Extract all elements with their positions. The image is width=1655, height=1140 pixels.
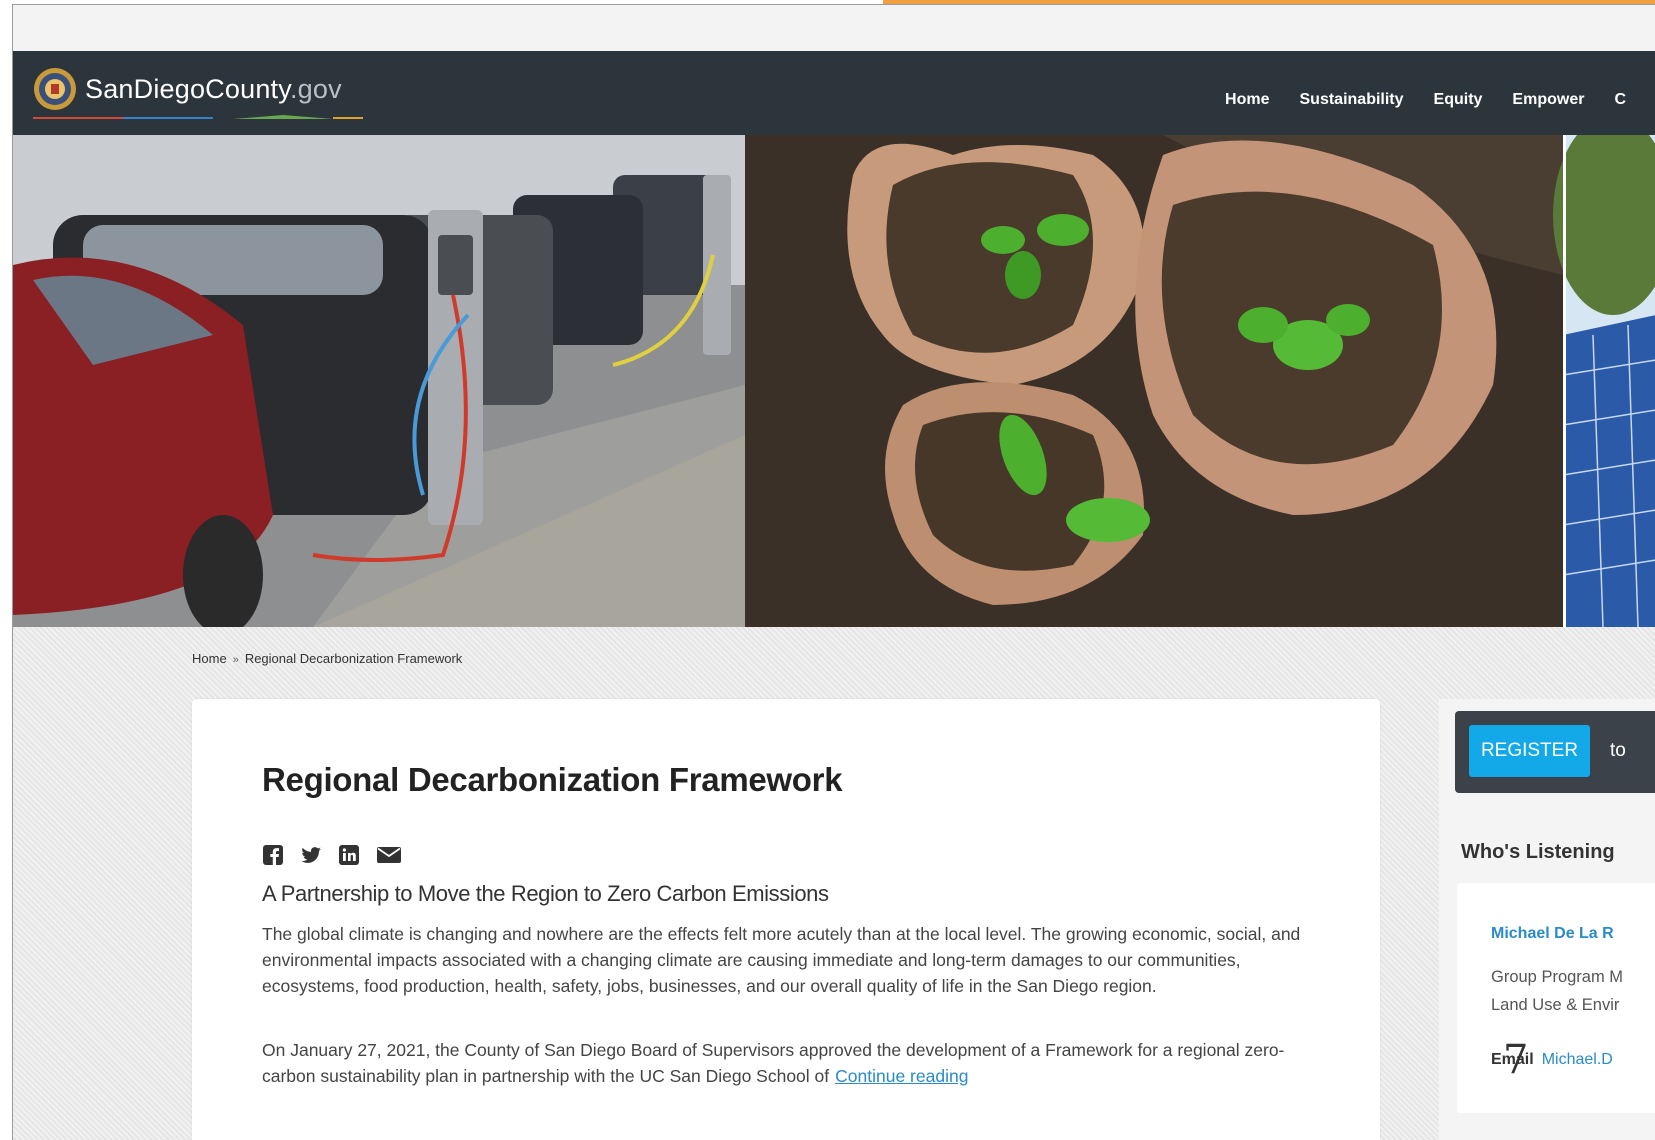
email-icon[interactable] <box>376 844 402 866</box>
top-strip <box>13 5 1655 51</box>
site-logo[interactable]: SanDiegoCounty.gov <box>33 67 342 111</box>
facebook-icon[interactable] <box>262 844 284 866</box>
contact-role-line-1: Group Program M <box>1491 968 1624 986</box>
register-suffix: to <box>1610 740 1626 761</box>
register-button[interactable]: REGISTER <box>1469 725 1590 777</box>
linkedin-icon[interactable] <box>338 844 360 866</box>
article-card: Regional Decarbonization Framework A Par… <box>192 699 1380 1140</box>
breadcrumb: Home » Regional Decarbonization Framework <box>192 651 462 666</box>
main-nav: Home Sustainability Equity Empower C <box>1225 91 1655 109</box>
continue-reading-link[interactable]: Continue reading <box>835 1066 968 1086</box>
contact-name[interactable]: Michael De La R <box>1491 925 1614 943</box>
page-title: Regional Decarbonization Framework <box>262 761 843 798</box>
browser-viewport: SanDiegoCounty.gov Home Sustainability E… <box>12 4 1655 1140</box>
breadcrumb-home[interactable]: Home <box>192 651 227 666</box>
county-seal-icon <box>34 68 76 110</box>
article-subtitle: A Partnership to Move the Region to Zero… <box>262 881 829 906</box>
nav-home[interactable]: Home <box>1225 91 1269 109</box>
share-icons <box>262 844 418 866</box>
article-paragraph-1: The global climate is changing and nowhe… <box>262 924 1301 996</box>
hero-image <box>13 135 1655 627</box>
contact-role: Group Program M Land Use & Envir <box>1491 963 1623 1019</box>
nav-equity[interactable]: Equity <box>1434 91 1483 109</box>
sidebar: REGISTER to Who's Listening Michael De L… <box>1439 699 1655 1140</box>
logo-underline-decoration <box>33 115 363 119</box>
overlay-step-number: 7 <box>1503 1037 1529 1083</box>
register-box: REGISTER to <box>1455 711 1655 793</box>
site-header: SanDiegoCounty.gov Home Sustainability E… <box>13 51 1655 135</box>
breadcrumb-current: Regional Decarbonization Framework <box>244 651 463 666</box>
hero-banner <box>13 135 1655 627</box>
whos-listening-heading: Who's Listening <box>1461 841 1615 863</box>
content-area: Home » Regional Decarbonization Framework … <box>13 627 1655 1140</box>
nav-empower[interactable]: Empower <box>1512 91 1584 109</box>
nav-more[interactable]: C <box>1614 91 1626 109</box>
breadcrumb-separator: » <box>232 654 239 666</box>
contact-card: Michael De La R Group Program M Land Use… <box>1457 883 1655 1113</box>
email-link[interactable]: Michael.D <box>1542 1051 1613 1068</box>
nav-sustainability[interactable]: Sustainability <box>1300 91 1404 109</box>
logo-text: SanDiegoCounty.gov <box>85 73 342 104</box>
article-paragraph-2: On January 27, 2021, the County of San D… <box>262 1040 1285 1086</box>
twitter-icon[interactable] <box>300 844 322 866</box>
contact-role-line-2: Land Use & Envir <box>1491 996 1620 1014</box>
